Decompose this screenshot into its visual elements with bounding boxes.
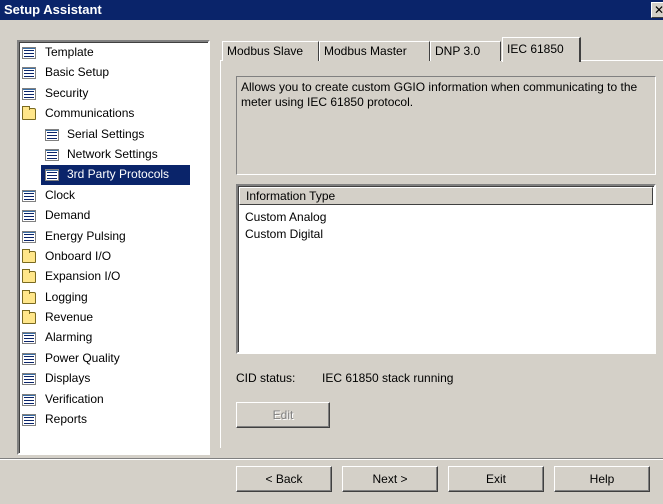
sidebar-item-label: Energy Pulsing: [45, 228, 126, 243]
sidebar-item-label: Network Settings: [67, 146, 158, 161]
help-button[interactable]: Help: [554, 466, 650, 492]
tab-modbus-slave[interactable]: Modbus Slave: [222, 41, 319, 61]
document-icon: [22, 352, 36, 365]
sidebar-item-network-settings[interactable]: Network Settings: [19, 145, 208, 165]
tab-iec-61850[interactable]: IEC 61850: [502, 37, 581, 62]
folder-icon: [22, 289, 36, 304]
folder-icon: [22, 248, 36, 263]
edit-button[interactable]: Edit: [236, 402, 330, 428]
sidebar-item-expansion-i-o[interactable]: Expansion I/O: [19, 267, 208, 287]
sidebar-item-label: Expansion I/O: [45, 269, 121, 284]
sidebar-item-label: Reports: [45, 412, 88, 427]
sidebar-item-label: Clock: [45, 187, 76, 202]
navigation-tree[interactable]: Template Basic Setup Security Communication…: [17, 40, 210, 455]
sidebar-item-reports[interactable]: Reports: [19, 410, 208, 430]
sidebar-item-label: 3rd Party Protocols: [67, 167, 170, 182]
document-icon: [45, 128, 59, 141]
list-item[interactable]: Custom Analog: [245, 209, 326, 225]
cid-status-label: CID status:: [236, 371, 296, 385]
exit-button[interactable]: Exit: [448, 466, 544, 492]
sidebar-item-verification[interactable]: Verification: [19, 390, 208, 410]
document-icon: [22, 414, 36, 427]
description-text: Allows you to create custom GGIO informa…: [236, 76, 656, 175]
tab-modbus-master[interactable]: Modbus Master: [319, 41, 430, 61]
folder-icon: [22, 106, 36, 121]
sidebar-item-energy-pulsing[interactable]: Energy Pulsing: [19, 227, 208, 247]
sidebar-item-basic-setup[interactable]: Basic Setup: [19, 63, 208, 83]
title-bar: Setup Assistant ✕: [0, 0, 663, 20]
next-button[interactable]: Next >: [342, 466, 438, 492]
sidebar-item-demand[interactable]: Demand: [19, 206, 208, 226]
sidebar-item-alarming[interactable]: Alarming: [19, 328, 208, 348]
folder-icon: [22, 310, 36, 325]
folder-icon: [22, 269, 36, 284]
footer-divider: [0, 458, 663, 460]
sidebar-item-security[interactable]: Security: [19, 84, 208, 104]
sidebar-item-label: Displays: [45, 371, 91, 386]
sidebar-item-label: Basic Setup: [45, 65, 110, 80]
document-icon: [22, 393, 36, 406]
sidebar-item-label: Security: [45, 85, 89, 100]
list-item[interactable]: Custom Digital: [245, 226, 323, 242]
sidebar-item-label: Logging: [45, 289, 88, 304]
document-icon: [22, 373, 36, 386]
sidebar-item-label: Alarming: [45, 330, 93, 345]
document-icon: [22, 230, 36, 243]
sidebar-item-label: Demand: [45, 208, 91, 223]
document-icon: [22, 67, 36, 80]
sidebar-item-template[interactable]: Template: [19, 43, 208, 63]
sidebar-item-revenue[interactable]: Revenue: [19, 308, 208, 328]
document-icon: [22, 210, 36, 223]
document-icon: [22, 189, 36, 202]
sidebar-item-label: Revenue: [45, 310, 94, 325]
sidebar-item-communications[interactable]: Communications: [19, 104, 208, 124]
sidebar-item-displays[interactable]: Displays: [19, 369, 208, 389]
sidebar-item-label: Onboard I/O: [45, 248, 112, 263]
back-button[interactable]: < Back: [236, 466, 332, 492]
sidebar-item-onboard-i-o[interactable]: Onboard I/O: [19, 247, 208, 267]
document-icon: [45, 148, 59, 161]
cid-status-value: IEC 61850 stack running: [322, 371, 454, 385]
sidebar-item-clock[interactable]: Clock: [19, 186, 208, 206]
window-title: Setup Assistant: [4, 2, 102, 17]
document-icon: [22, 332, 36, 345]
sidebar-item-label: Serial Settings: [67, 126, 145, 141]
document-icon: [22, 87, 36, 100]
list-column-header[interactable]: Information Type: [239, 187, 653, 205]
sidebar-item-label: Communications: [45, 106, 135, 121]
sidebar-item-label: Verification: [45, 391, 104, 406]
sidebar-item-3rd-party-protocols[interactable]: 3rd Party Protocols: [19, 165, 208, 186]
sidebar-item-power-quality[interactable]: Power Quality: [19, 349, 208, 369]
close-icon[interactable]: ✕: [651, 2, 663, 18]
document-icon: [45, 169, 59, 182]
sidebar-item-label: Template: [45, 45, 94, 59]
information-type-list[interactable]: Information Type Custom Analog Custom Di…: [236, 184, 656, 354]
sidebar-item-serial-settings[interactable]: Serial Settings: [19, 125, 208, 145]
sidebar-item-logging[interactable]: Logging: [19, 288, 208, 308]
tab-dnp3[interactable]: DNP 3.0: [430, 41, 501, 61]
document-icon: [22, 47, 36, 59]
sidebar-item-label: Power Quality: [45, 350, 120, 365]
